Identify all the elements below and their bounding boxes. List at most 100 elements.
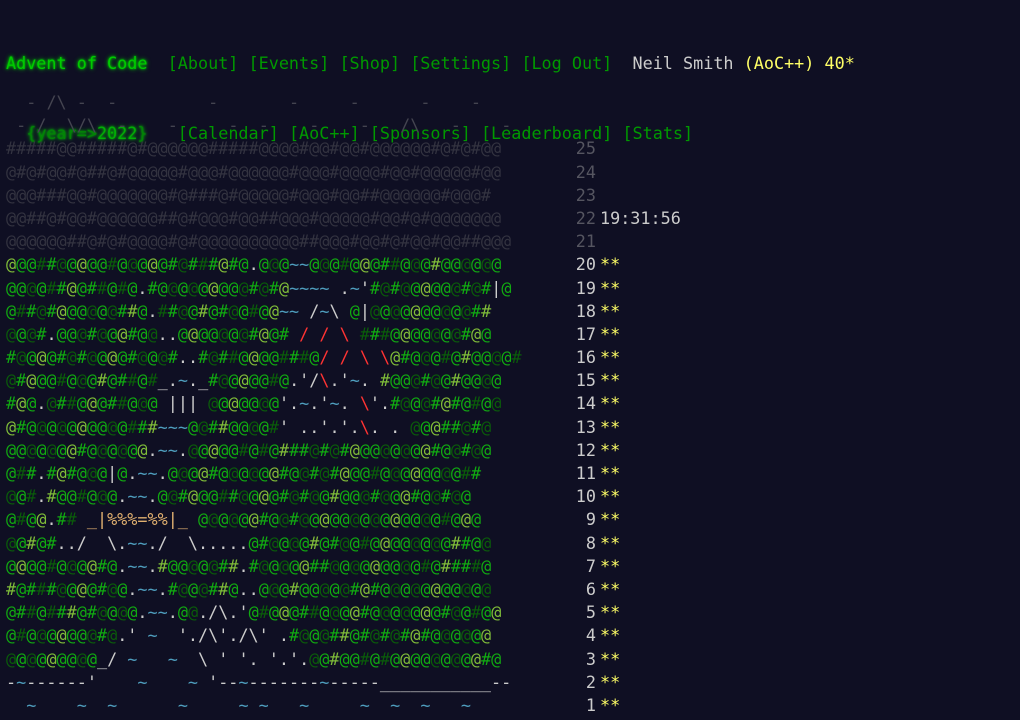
calendar-art: @#@#@@#@##@#@@@@@#@@@#@@@@@@#@@@#@@@@#@@… bbox=[6, 161, 502, 182]
calendar-day-2[interactable]: -~------' ~ ~ '--~-------~-----_________… bbox=[6, 671, 750, 694]
day-status bbox=[596, 184, 750, 207]
calendar-art: @@@@@@##@#@#@@@@#@#@@@@@@@@@@##@@@#@@#@#… bbox=[6, 231, 512, 252]
day-status: ** bbox=[596, 392, 750, 415]
day-number: 11 bbox=[575, 463, 596, 483]
day-status: ** bbox=[596, 601, 750, 624]
nav-about-link[interactable]: [About] bbox=[168, 52, 239, 75]
calendar-art: @@#.#@@#@@@.~~.@@#@@@##@@@@#@#@@#@@@#@@@… bbox=[6, 486, 472, 507]
site-title-link[interactable]: Advent of Code bbox=[6, 52, 147, 75]
countdown-timer: 19:31:56 bbox=[600, 207, 681, 228]
calendar-day-7[interactable]: @@@@#@@@@#@.~~.#@@@@@##.#@@@@@##@@@@@@@@… bbox=[6, 555, 750, 578]
calendar-art: -~------' ~ ~ '--~-------~-----_________… bbox=[6, 671, 512, 692]
calendar-day-8[interactable]: @@#@#../ \.~~./ \.....@#@@@@#@#@@#@@@@@@… bbox=[6, 532, 750, 555]
calendar-art: @@@##@@@@@#@@@@@#@###@#@.@@@~~@@@#@@@##@… bbox=[6, 254, 502, 275]
day-status: ** bbox=[596, 323, 750, 346]
day-status bbox=[596, 230, 750, 253]
day-status: ** bbox=[596, 485, 750, 508]
calendar-day-9[interactable]: @#@@.## _|%%%=%%|_ @@@@@@#@@#@@@@@@@@@@@… bbox=[6, 508, 750, 531]
calendar-day-24: @#@#@@#@##@#@@@@@#@@@#@@@@@@#@@@#@@@@#@@… bbox=[6, 161, 750, 184]
day-status: ** bbox=[596, 439, 750, 462]
calendar-day-1[interactable]: ~ ~ ~ ~ ~ ~ ~ ~ ~ ~ ~ 1 ** bbox=[6, 694, 750, 717]
calendar-day-16[interactable]: #@@@@#@#@@@@#@@@#..#@##@@@@###@/ / \ \@#… bbox=[6, 346, 750, 369]
star-icon: ** bbox=[600, 578, 621, 599]
calendar-day-18[interactable]: @##@#@@@@@@##@.##@@#@#@@#@@~~ /~\ @|@@@@… bbox=[6, 300, 750, 323]
day-number: 17 bbox=[575, 323, 596, 344]
calendar-art: @#@@@@@@@@@@###~~~@@##@@@@#' ..'.'.\. . … bbox=[6, 416, 492, 437]
star-icon: ** bbox=[600, 486, 621, 507]
day-number: 16 bbox=[575, 347, 596, 368]
calendar-day-10[interactable]: @@#.#@@#@@@.~~.@@#@@@##@@@@#@#@@#@@@#@@@… bbox=[6, 485, 750, 508]
day-status: ** bbox=[596, 508, 750, 531]
day-number: 14 bbox=[575, 393, 596, 414]
calendar-art: #@@@@#@#@@@@#@@@#..#@##@@@@###@/ / \ \@#… bbox=[6, 347, 522, 368]
calendar-day-4[interactable]: @#@@@@@@@#@.' ~ './\'./\' .#@@@##@#@#@#@… bbox=[6, 624, 750, 647]
calendar-art: #####@@#####@#@@@@@@#####@@@@#@@#@@#@@@@… bbox=[6, 138, 502, 159]
day-status: 19:31:56 bbox=[596, 207, 750, 230]
star-icon: ** bbox=[600, 439, 621, 460]
day-number: 20 bbox=[575, 254, 596, 275]
day-number: 23 bbox=[575, 184, 596, 205]
star-icon: ** bbox=[600, 694, 621, 715]
supporter-badge-link[interactable]: (AoC++) bbox=[744, 52, 815, 75]
calendar-art: @@##@#@@#@@@@@@##@#@@@#@@##@@@#@@@@@#@@#… bbox=[6, 207, 502, 228]
calendar-art: @@@@@@@@@_/ ~ ~ \ ' '. '.'.@@#@@#@#@@@@@… bbox=[6, 648, 502, 669]
calendar-day-23: @@@###@@#@@@@@@@#@###@#@@@@@#@@@#@@##@@@… bbox=[6, 184, 750, 207]
day-number: 6 bbox=[585, 578, 596, 599]
calendar-day-5[interactable]: @##@###@#@@@@.~~.@@./\.'@#@@@##@@@@#@@@@… bbox=[6, 601, 750, 624]
star-icon: ** bbox=[600, 532, 621, 553]
day-status: ** bbox=[596, 648, 750, 671]
calendar-day-11[interactable]: @##.#@#@@@|@.~~.@@@@#@@@@@@#@@#@#@@@#@@@… bbox=[6, 462, 750, 485]
star-icon: ** bbox=[600, 602, 621, 623]
calendar-art: @##@#@@@@@@##@.##@@#@#@@#@@~~ /~\ @|@@@@… bbox=[6, 300, 492, 321]
star-icon: ** bbox=[600, 254, 621, 275]
day-number: 12 bbox=[575, 439, 596, 460]
header-row-top: Advent of Code [About] [Events] [Shop] [… bbox=[6, 52, 855, 75]
day-number: 4 bbox=[585, 625, 596, 646]
day-number: 2 bbox=[585, 671, 596, 692]
calendar-day-3[interactable]: @@@@@@@@@_/ ~ ~ \ ' '. '.'.@@#@@#@#@@@@@… bbox=[6, 648, 750, 671]
calendar-day-19[interactable]: @@@@##@@##@#@.#@@@@@@@@@#@#@~~~~ .~'#@#@… bbox=[6, 277, 750, 300]
day-status: ** bbox=[596, 532, 750, 555]
calendar-art: @@@@#@@@@#@.~~.#@@@@@##.#@@@@@##@@@@@@@@… bbox=[6, 555, 492, 576]
calendar-day-15[interactable]: @#@@@#@@@#@##@#_.~._#@@@@@#@.'/\.'~. #@@… bbox=[6, 369, 750, 392]
user-name: Neil Smith bbox=[632, 53, 734, 74]
calendar-day-13[interactable]: @#@@@@@@@@@@###~~~@@##@@@@#' ..'.'.\. . … bbox=[6, 416, 750, 439]
nav-shop-link[interactable]: [Shop] bbox=[339, 52, 400, 75]
day-status: ** bbox=[596, 253, 750, 276]
day-number: 24 bbox=[575, 161, 596, 182]
calendar-art: @@@#.@@@#@@@#@@..@@@@@@@#@@# / / \ ###@@… bbox=[6, 323, 492, 344]
nav-logout-link[interactable]: [Log Out] bbox=[521, 52, 612, 75]
day-status: ** bbox=[596, 694, 750, 717]
day-status: ** bbox=[596, 462, 750, 485]
calendar-day-20[interactable]: @@@##@@@@@#@@@@@#@###@#@.@@@~~@@@#@@@##@… bbox=[6, 253, 750, 276]
calendar-art: @@#@#../ \.~~./ \.....@#@@@@#@#@@#@@@@@@… bbox=[6, 532, 492, 553]
calendar-day-12[interactable]: @@@@@@@#@@@@@@.~~.@@@@@#@#@###@#@#@@@@@@… bbox=[6, 439, 750, 462]
star-count: 40* bbox=[824, 53, 855, 74]
calendar-art: ~ ~ ~ ~ ~ ~ ~ ~ ~ ~ ~ bbox=[26, 694, 471, 715]
calendar-day-22: @@##@#@@#@@@@@@##@#@@@#@@##@@@#@@@@@#@@#… bbox=[6, 207, 750, 230]
day-number: 8 bbox=[585, 532, 596, 553]
day-number: 22 bbox=[575, 207, 596, 228]
calendar-day-14[interactable]: #@@.@##@@@##@@@ ||| @@@@@@@'.~.'~. \'.#@… bbox=[6, 392, 750, 415]
nav-settings-link[interactable]: [Settings] bbox=[410, 52, 511, 75]
calendar-art: @#@@@@@@@#@.' ~ './\'./\' .#@@@##@#@#@#@… bbox=[6, 625, 492, 646]
day-number: 7 bbox=[585, 555, 596, 576]
day-status: ** bbox=[596, 346, 750, 369]
day-status bbox=[596, 137, 750, 160]
calendar-day-17[interactable]: @@@#.@@@#@@@#@@..@@@@@@@#@@# / / \ ###@@… bbox=[6, 323, 750, 346]
day-status: ** bbox=[596, 578, 750, 601]
day-number: 15 bbox=[575, 370, 596, 391]
day-status: ** bbox=[596, 300, 750, 323]
calendar-day-6[interactable]: #@###@@@@#@@.~~.#@@@##@..@@@#@@@@@#@#@@@… bbox=[6, 578, 750, 601]
star-icon: ** bbox=[600, 463, 621, 483]
day-status: ** bbox=[596, 624, 750, 647]
day-number: 19 bbox=[575, 277, 596, 298]
calendar-art: @@@@##@@##@#@.#@@@@@@@@@#@#@~~~~ .~'#@#@… bbox=[6, 277, 512, 298]
day-status: ** bbox=[596, 277, 750, 300]
day-number: 1 bbox=[585, 694, 596, 715]
star-icon: ** bbox=[600, 370, 621, 391]
star-icon: ** bbox=[600, 625, 621, 646]
calendar-art: @#@@@#@@@#@##@#_.~._#@@@@@#@.'/\.'~. #@@… bbox=[6, 370, 502, 391]
day-number: 25 bbox=[575, 138, 596, 159]
nav-events-link[interactable]: [Events] bbox=[249, 52, 330, 75]
